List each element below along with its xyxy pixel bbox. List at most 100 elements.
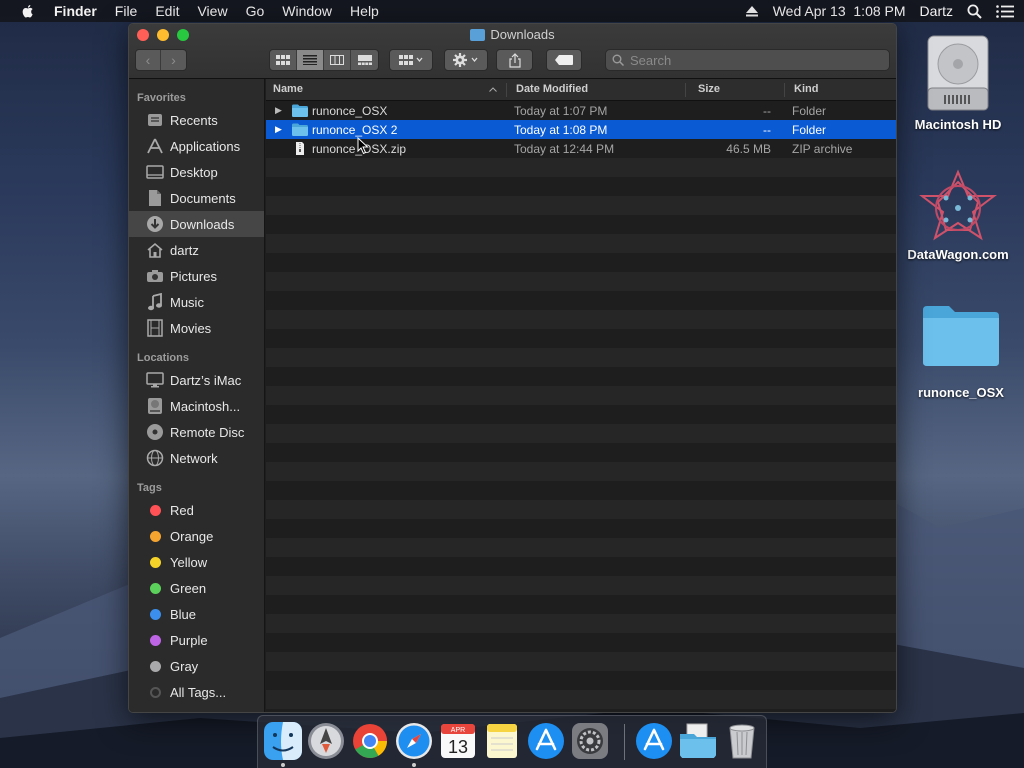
menu-window[interactable]: Window [282,3,332,19]
disclosure-triangle-icon[interactable]: ▶ [275,105,282,116]
system-preferences-icon[interactable] [571,722,609,760]
column-date-modified-header[interactable]: Date Modified [516,83,588,95]
film-icon [147,319,163,337]
launchpad-icon[interactable] [307,722,345,760]
sidebar-item-movies[interactable]: Movies [129,315,264,341]
tag-color-dot-icon [149,582,161,594]
file-name: runonce_OSX 2 [312,123,398,137]
camera-icon [147,270,163,282]
safari-icon[interactable] [395,722,433,760]
column-view-button[interactable] [324,50,351,70]
sidebar-tag-label: Yellow [170,554,208,570]
downloads-stack-icon[interactable] [679,722,717,760]
file-name: runonce_OSX [312,104,388,118]
applications-stack-icon[interactable] [635,722,673,760]
share-button[interactable] [496,49,533,71]
desktop-item-datawagon[interactable]: DataWagon.com [903,168,1013,262]
sidebar-item-documents[interactable]: Documents [129,185,264,211]
sidebar-tag-label: Blue [170,606,197,622]
desktop-item-runonce-osx[interactable]: runonce_OSX [906,302,1016,400]
gallery-view-icon [357,55,372,65]
folder-icon [923,306,999,366]
column-kind-header[interactable]: Kind [794,83,818,95]
notification-center-icon[interactable] [996,4,1014,18]
app-store-icon[interactable] [527,722,565,760]
sidebar-item-downloads[interactable]: Downloads [129,211,264,237]
menu-go[interactable]: Go [246,3,265,19]
menu-file[interactable]: File [115,3,138,19]
calendar-day: 13 [448,737,468,757]
back-button[interactable]: ‹ [136,50,162,70]
icon-view-button[interactable] [270,50,297,70]
sort-ascending-icon [489,87,497,92]
action-menu-button[interactable] [444,49,488,71]
apple-menu-icon[interactable] [20,3,36,19]
sidebar-item-macintosh-hd[interactable]: Macintosh... [129,393,264,419]
gallery-view-button[interactable] [351,50,378,70]
user-menu[interactable]: Dartz [920,3,953,19]
sidebar-item-network[interactable]: Network [129,445,264,471]
column-view-icon [330,55,344,65]
sidebar-item-applications[interactable]: Applications [129,133,264,159]
search-field[interactable] [605,49,890,71]
sidebar-tag-label: Gray [170,658,199,674]
sidebar-tag-purple[interactable]: Purple [129,627,264,653]
forward-button[interactable]: › [161,50,186,70]
trash-icon[interactable] [723,722,761,760]
tag-color-dot-icon [149,686,161,698]
sidebar-item-music[interactable]: Music [129,289,264,315]
calendar-icon[interactable]: APR 13 [439,722,477,760]
menu-view[interactable]: View [197,3,227,19]
clock[interactable]: Wed Apr 13 1:08 PM [773,3,906,19]
sidebar-item-label: Recents [170,112,218,128]
folder-icon [292,123,308,136]
gear-icon [453,53,478,67]
sidebar-tag-green[interactable]: Green [129,575,264,601]
finder-icon[interactable] [264,722,302,760]
list-view-button[interactable] [297,50,324,70]
sidebar-tag-orange[interactable]: Orange [129,523,264,549]
notes-icon[interactable] [483,722,521,760]
home-icon [147,242,163,258]
folder-icon [292,104,308,117]
sidebar-tag-label: All Tags... [170,684,227,700]
view-mode-selector [269,49,379,71]
spotlight-search-icon[interactable] [967,4,982,19]
share-icon [508,52,521,68]
sidebar-tag-all-tags[interactable]: All Tags... [129,679,264,705]
sidebar-item-pictures[interactable]: Pictures [129,263,264,289]
menu-help[interactable]: Help [350,3,379,19]
sidebar-item-label: Macintosh... [170,398,241,414]
desktop-item-macintosh-hd[interactable]: Macintosh HD [903,32,1013,132]
menu-app-finder[interactable]: Finder [54,3,97,19]
dock: APR 13 [257,715,767,768]
documents-icon [149,190,161,206]
sidebar-item-label: Applications [170,138,241,154]
menu-edit[interactable]: Edit [155,3,179,19]
sidebar-tag-yellow[interactable]: Yellow [129,549,264,575]
group-by-button[interactable] [389,49,433,71]
sidebar-item-imac[interactable]: Dartz’s iMac [129,367,264,393]
hard-drive-icon [927,35,989,111]
search-input[interactable] [630,52,870,68]
eject-icon[interactable] [745,5,759,17]
sidebar-tag-red[interactable]: Red [129,497,264,523]
sidebar-tag-gray[interactable]: Gray [129,653,264,679]
column-name-header[interactable]: Name [273,83,303,95]
disclosure-triangle-icon[interactable]: ▶ [275,124,282,135]
chrome-icon[interactable] [351,722,389,760]
desktop-item-label: Macintosh HD [914,117,1002,132]
column-size-header[interactable]: Size [698,83,720,95]
sidebar-item-home[interactable]: dartz [129,237,264,263]
sidebar-tag-blue[interactable]: Blue [129,601,264,627]
disk-icon [148,398,162,414]
sidebar-heading-tags: Tags [137,482,162,494]
sidebar-item-recents[interactable]: Recents [129,107,264,133]
tag-color-dot-icon [149,556,161,568]
sidebar-heading-favorites: Favorites [137,92,186,104]
file-date-modified: Today at 1:08 PM [514,123,608,137]
file-row[interactable]: ▶ runonce_OSX Today at 1:07 PM -- Folder [266,101,896,120]
sidebar-item-desktop[interactable]: Desktop [129,159,264,185]
sidebar-item-remote-disc[interactable]: Remote Disc [129,419,264,445]
edit-tags-button[interactable] [546,49,582,71]
